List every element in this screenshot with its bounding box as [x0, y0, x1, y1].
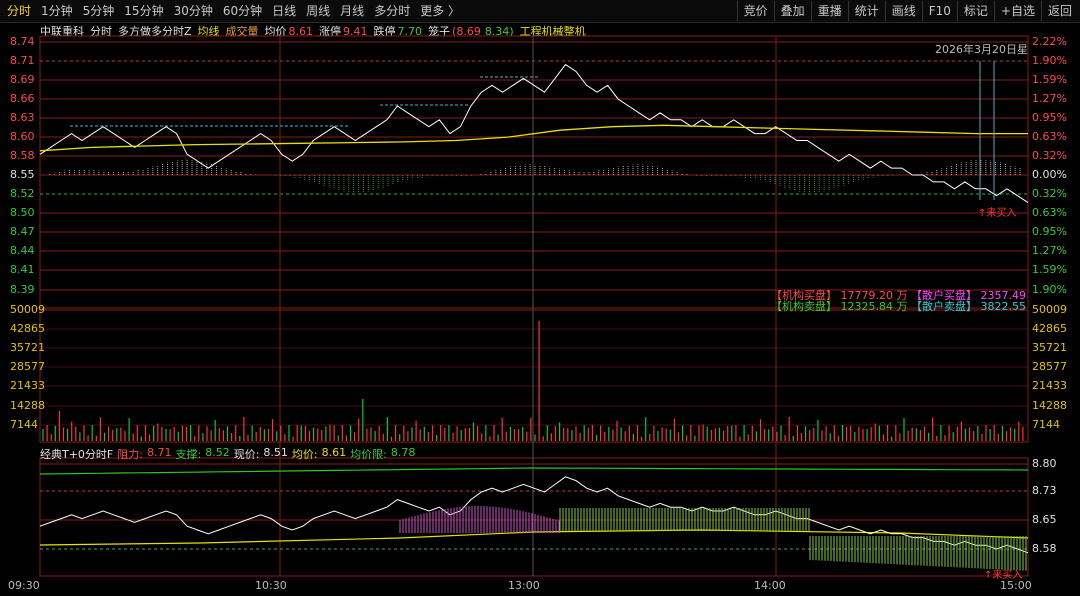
price-left-label: 8.50: [10, 206, 35, 219]
price-right-label: 0.32%: [1032, 187, 1067, 200]
buy-signal-upper: ↑来买入: [978, 208, 1017, 219]
resistance-value: 8.71: [146, 446, 172, 459]
indicator-info-bar: 经典T+0分时F 阻力: 8.71 支撑: 8.52 现价: 8.51 均价: …: [40, 446, 415, 462]
inst-sell-value: 12325.84 万: [840, 300, 908, 313]
indicator-price-line: [39, 476, 1029, 554]
vol-axis-label: 35721: [10, 341, 45, 354]
price-right-label: 1.59%: [1032, 73, 1067, 86]
time-label: 10:30: [255, 579, 287, 592]
price-left-label: 8.58: [10, 149, 35, 162]
time-label: 14:00: [754, 579, 786, 592]
retail-sell-value: 3822.55: [980, 300, 1027, 313]
price-right-label: 1.90%: [1032, 283, 1067, 296]
price-right-label: 1.27%: [1032, 244, 1067, 257]
price-right-label: 1.90%: [1032, 54, 1067, 67]
ind-axis-label: 8.58: [1032, 542, 1057, 555]
price-left-label: 8.74: [10, 35, 35, 48]
indicator-name[interactable]: 经典T+0分时F: [40, 446, 113, 462]
ind-avg-value: 8.61: [321, 446, 347, 459]
ind-axis-label: 8.73: [1032, 484, 1057, 497]
support-label: 支撑:: [175, 448, 202, 461]
price-right-label: 1.27%: [1032, 92, 1067, 105]
price-left-label: 8.52: [10, 187, 35, 200]
price-left-label: 8.55: [10, 168, 35, 181]
price-left-label: 8.71: [10, 54, 35, 67]
indicator-panel-border: [39, 457, 1029, 577]
now-price-value: 8.51: [263, 446, 288, 459]
avg-limit-value: 8.78: [390, 446, 416, 459]
ind-axis-label: 8.80: [1032, 457, 1057, 470]
volume-panel-border: [39, 309, 1029, 443]
vol-axis-label: 50009: [10, 303, 45, 316]
sell-flow-row: 【机构卖盘】 12325.84 万 【散户卖盘】 3822.55: [771, 298, 1026, 314]
resistance-label: 阻力:: [117, 448, 143, 461]
now-price-label: 现价:: [233, 448, 260, 461]
price-right-label: 0.95%: [1032, 225, 1067, 238]
buy-signal-lower: ↑来买入: [984, 570, 1023, 581]
ind-avg-label: 均价:: [291, 448, 318, 461]
volume-axis-right-label: 7144: [1032, 418, 1060, 431]
price-left-label: 8.60: [10, 130, 35, 143]
volume-axis-right-label: 28577: [1032, 360, 1067, 373]
price-right-label: 0.63%: [1032, 130, 1067, 143]
avg-limit-label: 均价限:: [350, 448, 387, 461]
price-right-label: 0.63%: [1032, 206, 1067, 219]
vol-axis-label: 42865: [10, 322, 45, 335]
vol-axis-label: 14288: [10, 399, 45, 412]
price-left-label: 8.66: [10, 92, 35, 105]
price-panel-border: [39, 35, 1029, 309]
price-left-label: 8.41: [10, 263, 35, 276]
vol-axis-label: 28577: [10, 360, 45, 373]
price-right-label: 0.32%: [1032, 149, 1067, 162]
avg-price-line: [39, 124, 1028, 152]
price-left-label: 8.69: [10, 73, 35, 86]
avg-limit-line: [39, 467, 1029, 475]
volume-axis-right-label: 21433: [1032, 379, 1067, 392]
volume-axis-right-label: 35721: [1032, 341, 1067, 354]
time-label: 13:00: [508, 579, 540, 592]
ind-axis-label: 8.65: [1032, 513, 1057, 526]
time-label: 09:30: [8, 579, 40, 592]
volume-axis-right-label: 42865: [1032, 322, 1067, 335]
price-right-label: 1.59%: [1032, 263, 1067, 276]
inst-sell-label: 【机构卖盘】: [771, 300, 838, 313]
support-value: 8.52: [205, 446, 230, 459]
price-left-label: 8.47: [10, 225, 35, 238]
volume-axis-right-label: 14288: [1032, 399, 1067, 412]
vol-axis-label: 21433: [10, 379, 45, 392]
indicator-avg-line: [39, 529, 1029, 546]
price-right-label: 0.95%: [1032, 111, 1067, 124]
price-left-label: 8.39: [10, 283, 35, 296]
retail-sell-label: 【散户卖盘】: [911, 300, 977, 313]
price-left-label: 8.63: [10, 111, 35, 124]
price-left-label: 8.44: [10, 244, 35, 257]
price-right-label: 2.22%: [1032, 35, 1067, 48]
price-right-label: 0.00%: [1032, 168, 1067, 181]
volume-axis-right-label: 50009: [1032, 303, 1067, 316]
vol-axis-label: 7144: [10, 418, 38, 431]
